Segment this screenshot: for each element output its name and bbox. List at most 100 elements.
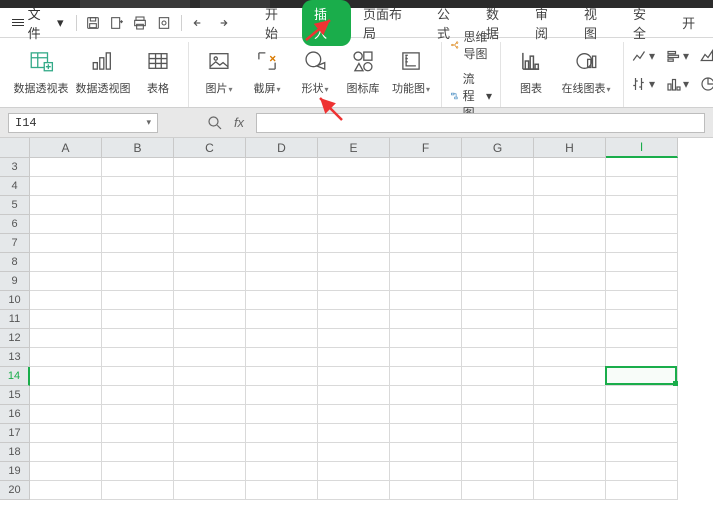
cell-B9[interactable] bbox=[102, 272, 174, 291]
cell-A16[interactable] bbox=[30, 405, 102, 424]
cell-B4[interactable] bbox=[102, 177, 174, 196]
cell-I20[interactable] bbox=[606, 481, 678, 500]
online-chart-button[interactable]: 在线图表▾ bbox=[555, 44, 617, 96]
cell-H11[interactable] bbox=[534, 310, 606, 329]
cell-I4[interactable] bbox=[606, 177, 678, 196]
name-box[interactable]: I14 ▾ bbox=[8, 113, 158, 133]
cell-F8[interactable] bbox=[390, 253, 462, 272]
cell-G10[interactable] bbox=[462, 291, 534, 310]
row-header-18[interactable]: 18 bbox=[0, 443, 30, 462]
chart-button[interactable]: 图表 bbox=[507, 44, 555, 96]
col-header-G[interactable]: G bbox=[462, 138, 534, 158]
cell-F3[interactable] bbox=[390, 158, 462, 177]
cells-area[interactable] bbox=[30, 158, 713, 521]
row-header-3[interactable]: 3 bbox=[0, 158, 30, 177]
redo-icon[interactable] bbox=[211, 12, 233, 34]
cell-D8[interactable] bbox=[246, 253, 318, 272]
cell-I5[interactable] bbox=[606, 196, 678, 215]
cell-A11[interactable] bbox=[30, 310, 102, 329]
cell-E18[interactable] bbox=[318, 443, 390, 462]
cell-E13[interactable] bbox=[318, 348, 390, 367]
cell-C5[interactable] bbox=[174, 196, 246, 215]
cell-A8[interactable] bbox=[30, 253, 102, 272]
table-button[interactable]: 表格 bbox=[134, 44, 182, 96]
cell-D18[interactable] bbox=[246, 443, 318, 462]
row-header-5[interactable]: 5 bbox=[0, 196, 30, 215]
row-header-15[interactable]: 15 bbox=[0, 386, 30, 405]
cell-C15[interactable] bbox=[174, 386, 246, 405]
cell-A12[interactable] bbox=[30, 329, 102, 348]
cell-E19[interactable] bbox=[318, 462, 390, 481]
cell-D13[interactable] bbox=[246, 348, 318, 367]
cell-H17[interactable] bbox=[534, 424, 606, 443]
fx-icon[interactable]: fx bbox=[230, 114, 248, 132]
cell-C6[interactable] bbox=[174, 215, 246, 234]
spreadsheet-grid[interactable]: ABCDEFGHI 34567891011121314151617181920 bbox=[0, 138, 713, 521]
cell-C18[interactable] bbox=[174, 443, 246, 462]
cell-F20[interactable] bbox=[390, 481, 462, 500]
cell-I16[interactable] bbox=[606, 405, 678, 424]
undo-icon[interactable] bbox=[188, 12, 210, 34]
print-preview-icon[interactable] bbox=[153, 12, 175, 34]
cell-B18[interactable] bbox=[102, 443, 174, 462]
cell-I12[interactable] bbox=[606, 329, 678, 348]
cell-G19[interactable] bbox=[462, 462, 534, 481]
tab-more[interactable]: 开 bbox=[670, 9, 707, 36]
cell-E15[interactable] bbox=[318, 386, 390, 405]
cell-E11[interactable] bbox=[318, 310, 390, 329]
cell-D20[interactable] bbox=[246, 481, 318, 500]
cell-A10[interactable] bbox=[30, 291, 102, 310]
cell-F11[interactable] bbox=[390, 310, 462, 329]
cell-B15[interactable] bbox=[102, 386, 174, 405]
cell-H20[interactable] bbox=[534, 481, 606, 500]
cell-G12[interactable] bbox=[462, 329, 534, 348]
cell-F17[interactable] bbox=[390, 424, 462, 443]
cell-B8[interactable] bbox=[102, 253, 174, 272]
select-all-corner[interactable] bbox=[0, 138, 30, 158]
cell-F18[interactable] bbox=[390, 443, 462, 462]
row-header-12[interactable]: 12 bbox=[0, 329, 30, 348]
cell-F7[interactable] bbox=[390, 234, 462, 253]
pivot-chart-button[interactable]: 数据透视图 bbox=[72, 44, 134, 96]
cell-E7[interactable] bbox=[318, 234, 390, 253]
cell-I15[interactable] bbox=[606, 386, 678, 405]
cell-B10[interactable] bbox=[102, 291, 174, 310]
cell-B16[interactable] bbox=[102, 405, 174, 424]
row-header-11[interactable]: 11 bbox=[0, 310, 30, 329]
cell-A14[interactable] bbox=[30, 367, 102, 386]
cell-E4[interactable] bbox=[318, 177, 390, 196]
cell-H9[interactable] bbox=[534, 272, 606, 291]
row-header-7[interactable]: 7 bbox=[0, 234, 30, 253]
cell-C12[interactable] bbox=[174, 329, 246, 348]
tab-view[interactable]: 视图 bbox=[572, 0, 621, 46]
row-header-19[interactable]: 19 bbox=[0, 462, 30, 481]
col-header-A[interactable]: A bbox=[30, 138, 102, 158]
cell-G17[interactable] bbox=[462, 424, 534, 443]
cell-I10[interactable] bbox=[606, 291, 678, 310]
cell-E16[interactable] bbox=[318, 405, 390, 424]
cell-A15[interactable] bbox=[30, 386, 102, 405]
cell-H4[interactable] bbox=[534, 177, 606, 196]
cell-C9[interactable] bbox=[174, 272, 246, 291]
cell-G20[interactable] bbox=[462, 481, 534, 500]
row-header-17[interactable]: 17 bbox=[0, 424, 30, 443]
bar-chart-button[interactable]: ▾ bbox=[662, 44, 692, 68]
cell-C8[interactable] bbox=[174, 253, 246, 272]
cell-F10[interactable] bbox=[390, 291, 462, 310]
cell-A5[interactable] bbox=[30, 196, 102, 215]
cell-G3[interactable] bbox=[462, 158, 534, 177]
cell-D9[interactable] bbox=[246, 272, 318, 291]
function-chart-button[interactable]: 功能图▾ bbox=[387, 44, 435, 96]
cell-I18[interactable] bbox=[606, 443, 678, 462]
cell-C3[interactable] bbox=[174, 158, 246, 177]
cell-D4[interactable] bbox=[246, 177, 318, 196]
cell-A6[interactable] bbox=[30, 215, 102, 234]
cell-F16[interactable] bbox=[390, 405, 462, 424]
row-header-14[interactable]: 14 bbox=[0, 367, 30, 386]
cell-E6[interactable] bbox=[318, 215, 390, 234]
cell-G16[interactable] bbox=[462, 405, 534, 424]
row-header-9[interactable]: 9 bbox=[0, 272, 30, 291]
picture-button[interactable]: 图片▾ bbox=[195, 44, 243, 96]
cell-B6[interactable] bbox=[102, 215, 174, 234]
cell-D15[interactable] bbox=[246, 386, 318, 405]
